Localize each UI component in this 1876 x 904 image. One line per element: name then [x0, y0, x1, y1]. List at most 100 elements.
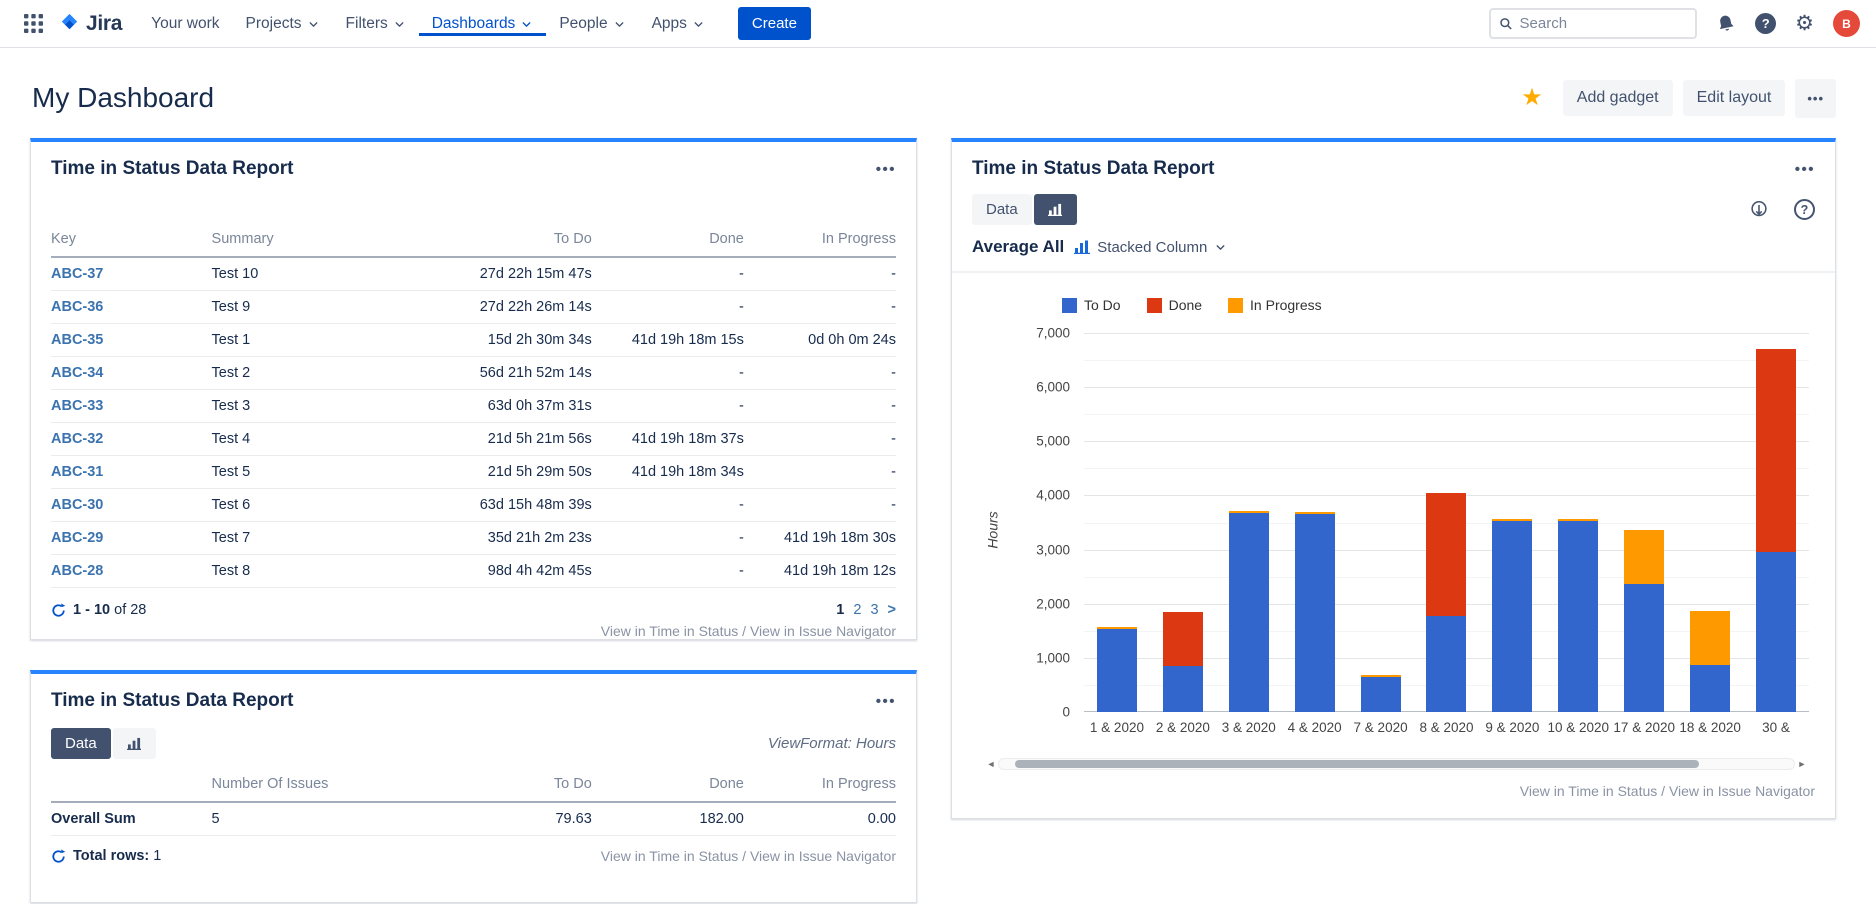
table-row: ABC-33Test 363d 0h 37m 31s--: [51, 390, 896, 423]
scrollbar-track[interactable]: [998, 758, 1795, 770]
bar-segment-to-do: [1361, 677, 1401, 712]
issue-summary: Test 10: [212, 257, 389, 291]
data-view-tab[interactable]: Data: [972, 194, 1032, 225]
view-link-view-in-time-in-status[interactable]: View in Time in Status: [601, 623, 738, 639]
bar-segment-done: [1426, 493, 1466, 616]
issue-key-link[interactable]: ABC-36: [51, 299, 103, 315]
column-header-summary: Summary: [212, 224, 389, 257]
summary-table-header: Number Of IssuesTo DoDoneIn Progress: [51, 769, 896, 802]
notifications-bell-icon[interactable]: [1714, 12, 1738, 36]
view-link-view-in-time-in-status[interactable]: View in Time in Status: [601, 848, 738, 864]
favorite-star-icon[interactable]: ★: [1521, 86, 1543, 110]
nav-item-filters[interactable]: Filters: [333, 12, 419, 36]
dashboard-header: My Dashboard ★ Add gadget Edit layout ••…: [0, 48, 1876, 138]
x-axis-label: 2 & 2020: [1150, 720, 1216, 735]
create-button[interactable]: Create: [738, 7, 811, 40]
search-box[interactable]: [1489, 8, 1697, 39]
bar-segment-to-do: [1426, 616, 1466, 712]
table-row: ABC-34Test 256d 21h 52m 14s--: [51, 357, 896, 390]
top-navigation: Jira Your workProjectsFiltersDashboardsP…: [0, 0, 1876, 48]
gadget-menu-icon[interactable]: •••: [876, 693, 896, 710]
view-link-view-in-issue-navigator[interactable]: View in Issue Navigator: [750, 848, 896, 864]
help-icon[interactable]: ?: [1755, 13, 1776, 34]
gadget-menu-icon[interactable]: •••: [876, 161, 896, 178]
bar-segment-to-do: [1624, 584, 1664, 712]
gadget-menu-icon[interactable]: •••: [1795, 161, 1815, 178]
refresh-icon[interactable]: [51, 603, 66, 618]
issue-summary: Test 4: [212, 423, 389, 456]
column-header-blank: [51, 769, 212, 802]
page-link-3[interactable]: 3: [870, 602, 878, 618]
nav-item-your-work[interactable]: Your work: [138, 12, 232, 36]
x-axis-labels: 1 & 20202 & 20203 & 20204 & 20207 & 2020…: [1084, 720, 1809, 735]
chevron-down-icon: [1214, 241, 1227, 254]
refresh-icon[interactable]: [51, 849, 66, 864]
bar-30-: [1743, 333, 1809, 712]
nav-item-dashboards[interactable]: Dashboards: [419, 12, 547, 36]
column-header-key: Key: [51, 224, 212, 257]
settings-gear-icon[interactable]: ⚙: [1795, 13, 1814, 34]
issue-summary: Test 6: [212, 489, 389, 522]
stacked-column-chart: To DoDoneIn Progress Hours 01,0002,0003,…: [972, 297, 1815, 807]
y-axis-ticks: 01,0002,0003,0004,0005,0006,0007,000: [972, 333, 1070, 712]
chart-help-icon[interactable]: ?: [1794, 199, 1815, 220]
column-header-in-progress: In Progress: [744, 769, 896, 802]
issue-summary: Test 3: [212, 390, 389, 423]
issue-key-link[interactable]: ABC-33: [51, 398, 103, 414]
issue-in-progress: -: [744, 257, 896, 291]
nav-item-apps[interactable]: Apps: [639, 12, 718, 36]
scroll-right-arrow[interactable]: ►: [1795, 759, 1809, 769]
page-links: 123>: [836, 602, 896, 618]
chart-type-dropdown[interactable]: Stacked Column: [1074, 239, 1227, 256]
table-row: ABC-28Test 898d 4h 42m 45s-41d 19h 18m 1…: [51, 555, 896, 588]
issue-in-progress: 41d 19h 18m 12s: [744, 555, 896, 588]
table-row: ABC-30Test 663d 15h 48m 39s--: [51, 489, 896, 522]
gadget-time-in-status-chart: Time in Status Data Report ••• Data ? Av…: [951, 138, 1836, 819]
issue-key-link[interactable]: ABC-28: [51, 563, 103, 579]
chart-view-tab[interactable]: [1034, 194, 1077, 225]
issue-done: -: [592, 291, 744, 324]
bar-segment-to-do: [1558, 521, 1598, 712]
add-gadget-button[interactable]: Add gadget: [1563, 80, 1673, 116]
issues-table-header: KeySummaryTo DoDoneIn Progress: [51, 224, 896, 257]
issue-key-link[interactable]: ABC-32: [51, 431, 103, 447]
issue-key-link[interactable]: ABC-30: [51, 497, 103, 513]
issue-key-link[interactable]: ABC-29: [51, 530, 103, 546]
view-link-view-in-time-in-status[interactable]: View in Time in Status: [1520, 783, 1657, 799]
y-tick-label: 4,000: [1036, 488, 1070, 503]
bar-segment-done: [1163, 612, 1203, 666]
app-switcher-icon[interactable]: [16, 0, 50, 47]
pagination-row: 1 - 10 of 28 123>: [51, 602, 896, 618]
issue-key-link[interactable]: ABC-35: [51, 332, 103, 348]
chart-view-tab[interactable]: [113, 728, 156, 759]
chevron-down-icon: [307, 18, 320, 31]
legend-swatch: [1228, 298, 1243, 313]
scroll-left-arrow[interactable]: ◄: [984, 759, 998, 769]
scrollbar-thumb[interactable]: [1015, 760, 1699, 768]
issue-key-link[interactable]: ABC-31: [51, 464, 103, 480]
issue-in-progress: -: [744, 390, 896, 423]
edit-layout-button[interactable]: Edit layout: [1683, 80, 1786, 116]
view-link-view-in-issue-navigator[interactable]: View in Issue Navigator: [750, 623, 896, 639]
nav-item-projects[interactable]: Projects: [233, 12, 333, 36]
next-page-link[interactable]: >: [888, 602, 896, 618]
issue-done: -: [592, 555, 744, 588]
dashboard-more-button[interactable]: •••: [1795, 79, 1836, 118]
issue-todo: 21d 5h 21m 56s: [389, 423, 592, 456]
bar-segment-to-do: [1690, 665, 1730, 712]
gadget-footer-links: View in Time in Status / View in Issue N…: [1520, 783, 1815, 799]
jira-logo[interactable]: Jira: [56, 12, 132, 36]
nav-item-people[interactable]: People: [546, 12, 638, 36]
table-row: ABC-29Test 735d 21h 2m 23s-41d 19h 18m 3…: [51, 522, 896, 555]
view-link-view-in-issue-navigator[interactable]: View in Issue Navigator: [1669, 783, 1815, 799]
pagination-range: 1 - 10 of 28: [73, 602, 146, 618]
download-chart-icon[interactable]: [1748, 199, 1770, 221]
issue-key-link[interactable]: ABC-34: [51, 365, 103, 381]
page-link-2[interactable]: 2: [853, 602, 861, 618]
data-view-tab[interactable]: Data: [51, 728, 111, 759]
bar-10-2020: [1545, 333, 1611, 712]
user-avatar[interactable]: B: [1833, 10, 1860, 37]
table-row: ABC-31Test 521d 5h 29m 50s41d 19h 18m 34…: [51, 456, 896, 489]
search-input[interactable]: [1520, 15, 1688, 32]
issue-key-link[interactable]: ABC-37: [51, 266, 103, 282]
